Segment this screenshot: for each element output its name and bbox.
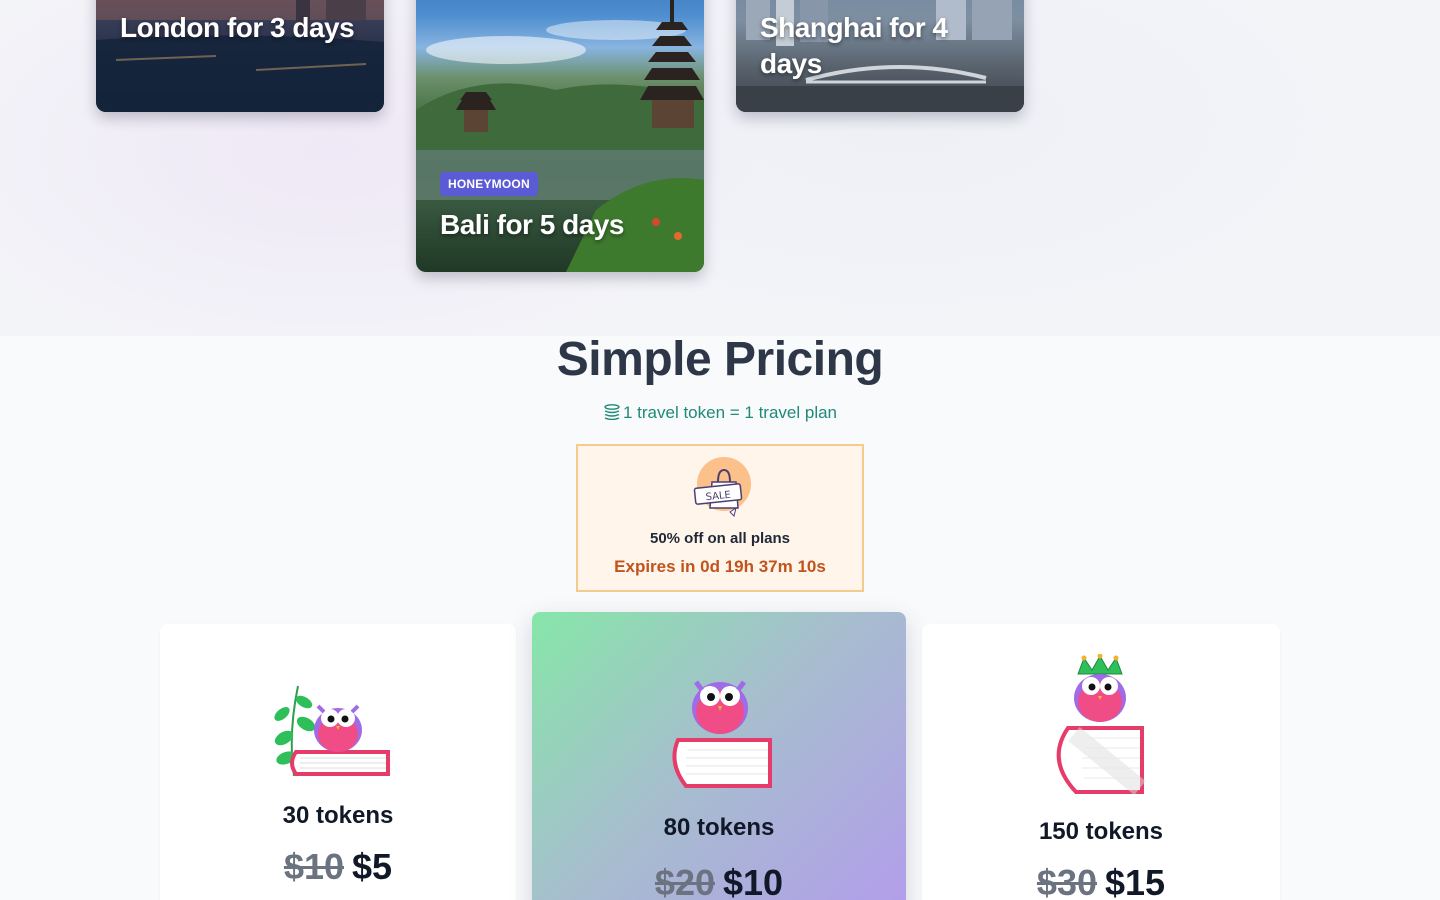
destination-card-london[interactable]: London for 3 days — [96, 0, 384, 112]
plan-tokens: 30 tokens — [282, 802, 394, 829]
current-price: $10 — [723, 862, 784, 900]
sale-banner: SALE 50% off on all plans Expires in 0d … — [576, 444, 864, 592]
shopping-bag-sale-icon: SALE — [693, 457, 751, 517]
plan-price: $10 $5 — [160, 846, 516, 888]
current-price: $15 — [1105, 862, 1166, 900]
sale-countdown: Expires in 0d 19h 37m 10s — [614, 557, 826, 576]
plan-tokens: 150 tokens — [1038, 818, 1164, 845]
plan-price: $30 $15 — [922, 862, 1280, 900]
sale-text: 50% off on all plans — [649, 530, 791, 547]
coins-icon — [603, 404, 621, 425]
pricing-title: Simple Pricing — [556, 333, 884, 386]
plan-card-150-tokens[interactable]: 150 tokens $30 $15 — [922, 624, 1280, 900]
plan-card-30-tokens[interactable]: 30 tokens $10 $5 — [160, 624, 516, 900]
pricing-subtitle: 1 travel token = 1 travel plan — [0, 403, 1440, 425]
destination-card-bali[interactable]: HONEYMOON Bali for 5 days — [416, 0, 704, 272]
destination-tag: HONEYMOON — [440, 172, 538, 196]
pricing-subtitle-text: 1 travel token = 1 travel plan — [622, 403, 838, 422]
owl-with-crown-on-book-icon — [1056, 654, 1146, 795]
old-price: $10 — [283, 846, 345, 887]
current-price: $5 — [352, 846, 393, 887]
old-price: $30 — [1036, 862, 1097, 900]
plan-tokens: 80 tokens — [663, 814, 775, 841]
destination-card-shanghai[interactable]: Shanghai for 4 days — [736, 0, 1024, 112]
destination-title: Bali for 5 days — [440, 209, 624, 240]
plan-card-80-tokens[interactable]: 80 tokens $20 $10 — [532, 612, 906, 900]
destination-title: Shanghai for 4 days — [760, 12, 948, 79]
plan-price: $20 $10 — [532, 862, 906, 900]
owl-on-book-icon — [672, 680, 772, 788]
old-price: $20 — [654, 862, 715, 900]
destination-title: London for 3 days — [120, 12, 355, 43]
owl-on-book-plant-icon — [274, 685, 390, 777]
